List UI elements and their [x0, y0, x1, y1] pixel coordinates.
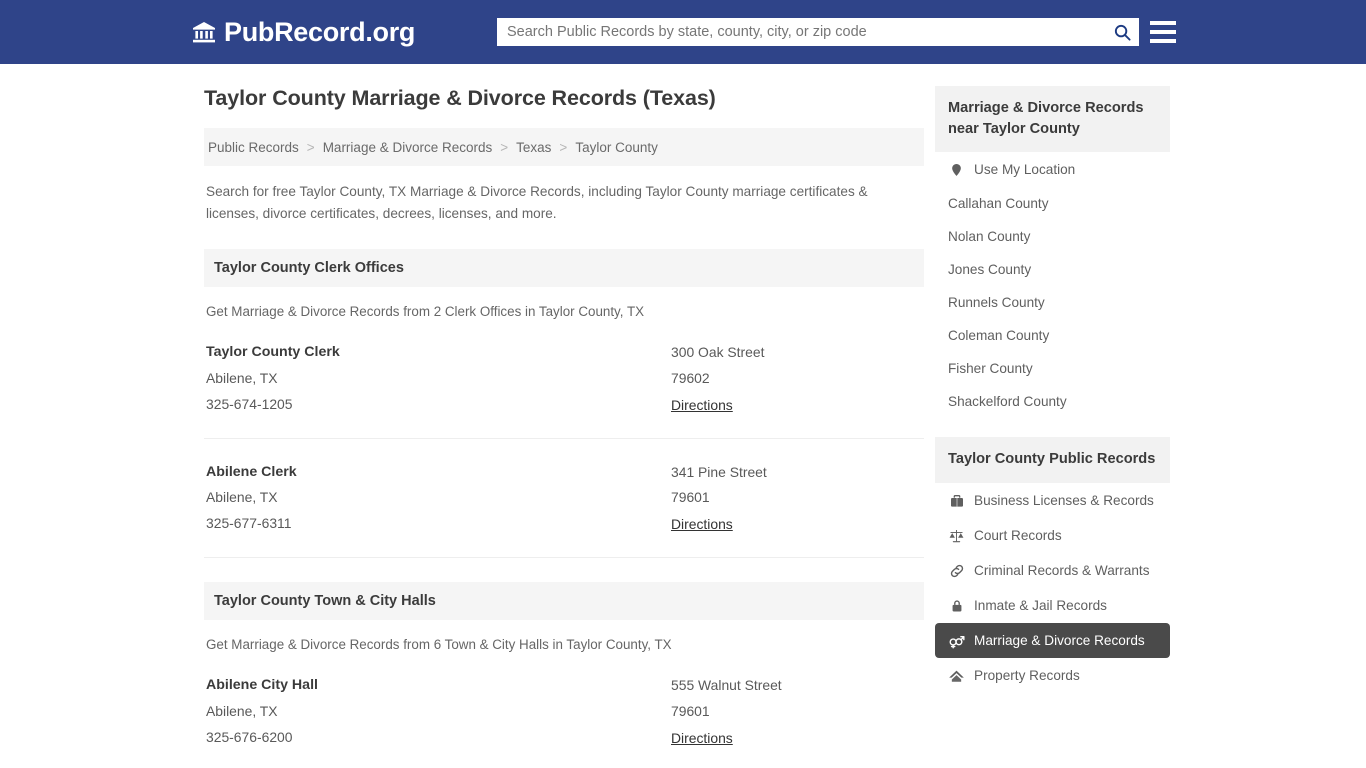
directions-link[interactable]: Directions	[671, 393, 733, 419]
breadcrumb-item-2[interactable]: Marriage & Divorce Records	[321, 140, 495, 155]
briefcase-icon	[948, 492, 965, 509]
hamburger-menu-icon[interactable]	[1150, 19, 1176, 45]
bank-building-icon	[192, 20, 216, 44]
section-heading: Taylor County Clerk Offices	[204, 249, 924, 288]
listing-office-name[interactable]: Abilene City Hall	[206, 673, 671, 699]
listing-city-state: Abilene, TX	[206, 369, 278, 386]
sidebar-item-label: Nolan County	[948, 229, 1031, 245]
search-icon	[1113, 23, 1132, 42]
search-input[interactable]	[497, 18, 1105, 46]
brand-name: PubRecord.org	[224, 16, 416, 47]
listing-street: 300 Oak Street	[671, 344, 765, 361]
sidebar-nearby-item-shackelford-county[interactable]: Shackelford County	[935, 385, 1170, 418]
page-title: Taylor County Marriage & Divorce Records…	[204, 86, 716, 110]
sidebar-nearby-item-use-my-location[interactable]: Use My Location	[935, 152, 1170, 187]
listing-address-info: 341 Pine Street 79601 Directions	[671, 460, 922, 539]
sidebar-nearby-item-nolan-county[interactable]: Nolan County	[935, 220, 1170, 253]
gender-symbols-icon	[948, 632, 965, 649]
sidebar-public-records-heading: Taylor County Public Records	[935, 437, 1170, 484]
sidebar-record-item-court-records[interactable]: Court Records	[935, 518, 1170, 553]
directions-link[interactable]: Directions	[671, 512, 733, 538]
sidebar-item-label: Jones County	[948, 262, 1032, 278]
sidebar-nearby-item-coleman-county[interactable]: Coleman County	[935, 319, 1170, 352]
search-button[interactable]	[1105, 18, 1139, 46]
sidebar-nearby-item-fisher-county[interactable]: Fisher County	[935, 352, 1170, 385]
sidebar-item-label: Property Records	[974, 668, 1080, 684]
section-heading: Taylor County Town & City Halls	[204, 582, 924, 621]
breadcrumb-separator: >	[559, 139, 568, 155]
sidebar-item-label: Fisher County	[948, 361, 1033, 377]
listing-address-info: 555 Walnut Street 79601 Directions	[671, 673, 922, 752]
listing-phone[interactable]: 325-677-6311	[206, 511, 671, 537]
sidebar-nearby-item-jones-county[interactable]: Jones County	[935, 253, 1170, 286]
breadcrumb-separator: >	[306, 139, 315, 155]
listing-row: Abilene City Hall Abilene, TX 325-676-6200…	[204, 652, 924, 768]
sidebar-record-item-inmate-jail-records[interactable]: Inmate & Jail Records	[935, 588, 1170, 623]
sidebar: Marriage & Divorce Records near Taylor C…	[935, 86, 1170, 693]
house-icon	[948, 667, 965, 684]
sidebar-item-label: Criminal Records & Warrants	[974, 563, 1150, 579]
breadcrumb-separator: >	[500, 139, 509, 155]
breadcrumb: Public Records > Marriage & Divorce Record…	[204, 128, 924, 166]
main-content: Taylor County Marriage & Divorce Records…	[204, 86, 924, 768]
listing-zip: 79602	[671, 369, 710, 386]
listing-city-state: Abilene, TX	[206, 703, 278, 720]
sidebar-item-label: Inmate & Jail Records	[974, 598, 1107, 614]
listing-zip: 79601	[671, 489, 710, 506]
padlock-icon	[948, 597, 965, 614]
site-header: PubRecord.org	[0, 0, 1366, 64]
breadcrumb-item-4: Taylor County	[575, 139, 658, 155]
sidebar-item-label: Callahan County	[948, 196, 1049, 212]
sidebar-nearby-list: Use My Location Callahan County Nolan Coun…	[935, 152, 1170, 418]
listing-phone[interactable]: 325-676-6200	[206, 725, 671, 751]
listing-office-name[interactable]: Taylor County Clerk	[206, 340, 671, 366]
listing-address-info: 300 Oak Street 79602 Directions	[671, 340, 922, 419]
sidebar-nearby-heading: Marriage & Divorce Records near Taylor C…	[935, 86, 1170, 153]
site-logo[interactable]: PubRecord.org	[192, 16, 416, 47]
page-body: Taylor County Marriage & Divorce Records…	[0, 64, 1366, 768]
listing-street: 555 Walnut Street	[671, 677, 782, 694]
sidebar-item-label: Business Licenses & Records	[974, 493, 1154, 509]
listing-office-info: Abilene City Hall Abilene, TX 325-676-6200	[206, 673, 671, 752]
sidebar-item-label: Runnels County	[948, 295, 1045, 311]
sidebar-record-item-business-licenses-records[interactable]: Business Licenses & Records	[935, 483, 1170, 518]
sidebar-item-label: Coleman County	[948, 328, 1050, 344]
directions-link[interactable]: Directions	[671, 726, 733, 752]
listing-office-info: Abilene Clerk Abilene, TX 325-677-6311	[206, 460, 671, 539]
sidebar-item-label: Shackelford County	[948, 394, 1067, 410]
map-pin-icon	[948, 161, 965, 178]
listing-row: Taylor County Clerk Abilene, TX 325-674-12…	[204, 319, 924, 439]
sidebar-nearby-item-callahan-county[interactable]: Callahan County	[935, 187, 1170, 220]
listing-phone[interactable]: 325-674-1205	[206, 392, 671, 418]
listing-zip: 79601	[671, 703, 710, 720]
listing-office-info: Taylor County Clerk Abilene, TX 325-674-12…	[206, 340, 671, 419]
section-note: Get Marriage & Divorce Records from 2 Cl…	[206, 304, 645, 320]
sidebar-record-item-marriage-divorce-records[interactable]: Marriage & Divorce Records	[935, 623, 1170, 659]
breadcrumb-item-1[interactable]: Public Records	[206, 140, 301, 155]
page-intro-text: Search for free Taylor County, TX Marria…	[206, 184, 868, 222]
listing-row: Abilene Clerk Abilene, TX 325-677-6311 341 …	[204, 439, 924, 559]
search-bar[interactable]	[497, 18, 1139, 46]
scales-of-justice-icon	[948, 527, 965, 544]
section-note: Get Marriage & Divorce Records from 6 To…	[206, 637, 672, 653]
listing-street: 341 Pine Street	[671, 463, 767, 480]
sidebar-record-item-criminal-records-warrants[interactable]: Criminal Records & Warrants	[935, 553, 1170, 588]
sidebar-public-records-list: Business Licenses & Records Court Records…	[935, 483, 1170, 693]
chain-link-icon	[948, 562, 965, 579]
listing-office-name[interactable]: Abilene Clerk	[206, 460, 671, 486]
sidebar-item-label: Use My Location	[974, 162, 1076, 178]
sidebar-nearby-item-runnels-county[interactable]: Runnels County	[935, 286, 1170, 319]
sidebar-record-item-property-records[interactable]: Property Records	[935, 658, 1170, 693]
sidebar-item-label: Court Records	[974, 528, 1062, 544]
records-sections: Taylor County Clerk Offices Get Marriage …	[204, 249, 924, 768]
breadcrumb-item-3[interactable]: Texas	[514, 140, 553, 155]
listing-city-state: Abilene, TX	[206, 489, 278, 506]
sidebar-item-label: Marriage & Divorce Records	[974, 633, 1145, 649]
